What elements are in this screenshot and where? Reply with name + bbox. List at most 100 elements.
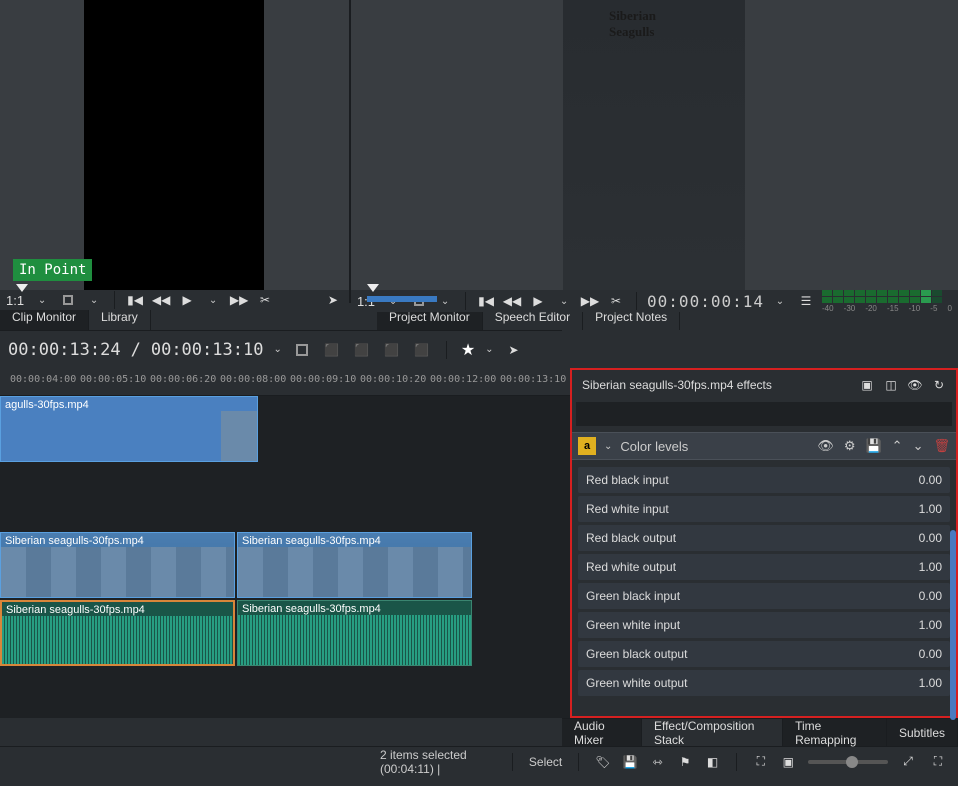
param-row[interactable]: Green black output0.00 (578, 641, 950, 667)
move-up-icon[interactable]: ⌃ (892, 438, 903, 454)
effects-search[interactable] (576, 402, 952, 426)
clip-monitor-panel: In Point 1:1 ⌄ ⌄ ▮◀ ◀◀ ▶ ⌄ ▶▶ ✂ ➤ (0, 0, 351, 302)
playhead-icon[interactable] (367, 284, 379, 292)
visibility-icon[interactable]: 👁 (908, 378, 922, 392)
tool3-icon[interactable]: ⬛ (382, 340, 402, 360)
effects-header: Siberian seagulls-30fps.mp4 effects ▣ ◫ … (572, 370, 956, 400)
set-in-dropdown-icon[interactable]: ⌄ (435, 291, 455, 311)
crop-icon[interactable]: ✂ (606, 291, 626, 311)
effects-panel: Siberian seagulls-30fps.mp4 effects ▣ ◫ … (570, 368, 958, 718)
timeline-sep: / (131, 340, 141, 360)
hamburger-icon[interactable]: ☰ (796, 291, 816, 311)
save-preset-icon[interactable]: ▣ (860, 378, 874, 392)
clip-audio-1[interactable]: Siberian seagulls-30fps.mp4 (0, 600, 235, 666)
tab-effect-stack[interactable]: Effect/Composition Stack (642, 719, 783, 746)
project-timecode[interactable]: 00:00:00:14 (647, 292, 764, 311)
zoom-dropdown-icon[interactable]: ⌄ (32, 290, 52, 310)
set-in-icon[interactable] (58, 290, 78, 310)
timeline-tracks[interactable]: agulls-30fps.mp4 Siberian seagulls-30fps… (0, 396, 570, 718)
video-title-overlay: Siberian Seagulls (609, 8, 700, 40)
tool1-icon[interactable]: ⬛ (322, 340, 342, 360)
set-in-dropdown-icon[interactable]: ⌄ (84, 290, 104, 310)
scrubber-range[interactable] (367, 296, 437, 302)
audio-meter: -40 -30 -20 -15 -10 -5 0 (822, 290, 952, 312)
timeline-ruler[interactable]: 00:00:04:00 00:00:05:10 00:00:06:20 00:0… (0, 368, 570, 396)
keyframe-icon[interactable]: ⚙ (844, 438, 856, 454)
delete-icon[interactable]: 🗑 (933, 438, 950, 454)
clip-video-2b[interactable]: Siberian seagulls-30fps.mp4 (237, 532, 472, 598)
zoom-fit-icon[interactable]: ⤢ (898, 752, 918, 772)
tool-mode[interactable]: Select (529, 755, 562, 769)
rewind-icon[interactable]: ◀◀ (151, 290, 171, 310)
effects-scrollbar[interactable] (950, 530, 956, 720)
frame-icon[interactable]: ▣ (781, 752, 796, 772)
timeline-position[interactable]: 00:00:13:24 (8, 340, 121, 360)
effects-title: Siberian seagulls-30fps.mp4 effects (582, 378, 772, 392)
clip-audio-2[interactable]: Siberian seagulls-30fps.mp4 (237, 600, 472, 666)
overflow-right-icon[interactable]: ➤ (323, 290, 343, 310)
playhead-icon[interactable] (16, 284, 28, 292)
param-row[interactable]: Green white input1.00 (578, 612, 950, 638)
bookmark-icon[interactable]: ◧ (705, 752, 720, 772)
overflow-icon[interactable]: ➤ (504, 340, 524, 360)
save-icon[interactable]: 💾 (865, 438, 881, 454)
tag-icon[interactable]: 🏷 (595, 752, 610, 772)
timeline-toolbar: 00:00:13:24 / 00:00:13:10 ⌄ ⬛ ⬛ ⬛ ⬛ ★ ⌄ … (0, 330, 562, 368)
param-row[interactable]: Green black input0.00 (578, 583, 950, 609)
rewind-icon[interactable]: ◀◀ (502, 291, 522, 311)
grid-icon[interactable] (292, 340, 312, 360)
project-monitor-transport: 1:1 ⌄ ⌄ ▮◀ ◀◀ ▶ ⌄ ▶▶ ✂ 00:00:00:14 ⌄ ☰ -… (351, 290, 958, 312)
fullscreen-icon[interactable]: ⛶ (928, 752, 948, 772)
effect-group-name: Color levels (620, 439, 688, 454)
tool4-icon[interactable]: ⬛ (412, 340, 432, 360)
timeline-duration[interactable]: 00:00:13:10 (151, 340, 264, 360)
move-down-icon[interactable]: ⌄ (913, 438, 924, 454)
timecode-dropdown-icon[interactable]: ⌄ (273, 344, 281, 355)
fit-icon[interactable]: ⛶ (753, 752, 768, 772)
forward-icon[interactable]: ▶▶ (229, 290, 249, 310)
tab-audio-mixer[interactable]: Audio Mixer (562, 719, 642, 746)
tool2-icon[interactable]: ⬛ (352, 340, 372, 360)
play-dropdown-icon[interactable]: ⌄ (203, 290, 223, 310)
rewind-start-icon[interactable]: ▮◀ (476, 291, 496, 311)
favorite-dropdown-icon[interactable]: ⌄ (485, 344, 493, 355)
crop-icon[interactable]: ✂ (255, 290, 275, 310)
expand-h-icon[interactable]: ⇿ (650, 752, 665, 772)
tab-subtitles[interactable]: Subtitles (887, 719, 958, 746)
split-view-icon[interactable]: ◫ (884, 378, 898, 392)
param-row[interactable]: Green white output1.00 (578, 670, 950, 696)
clip-video-1[interactable]: agulls-30fps.mp4 (0, 396, 258, 462)
clip-monitor-transport: 1:1 ⌄ ⌄ ▮◀ ◀◀ ▶ ⌄ ▶▶ ✂ ➤ (0, 290, 349, 310)
play-dropdown-icon[interactable]: ⌄ (554, 291, 574, 311)
favorite-icon[interactable]: ★ (461, 340, 475, 360)
clip-video-2a[interactable]: Siberian seagulls-30fps.mp4 (0, 532, 235, 598)
forward-icon[interactable]: ▶▶ (580, 291, 600, 311)
play-icon[interactable]: ▶ (177, 290, 197, 310)
param-row[interactable]: Red black input0.00 (578, 467, 950, 493)
timeline[interactable]: 00:00:04:00 00:00:05:10 00:00:06:20 00:0… (0, 368, 570, 718)
param-row[interactable]: Red black output0.00 (578, 525, 950, 551)
effect-group-header[interactable]: a ⌄ Color levels 👁 ⚙ 💾 ⌃ ⌄ 🗑 (572, 432, 956, 460)
timecode-dropdown-icon[interactable]: ⌄ (770, 291, 790, 311)
param-row[interactable]: Red white output1.00 (578, 554, 950, 580)
zoom-label[interactable]: 1:1 (6, 293, 24, 308)
flag-icon[interactable]: ⚑ (677, 752, 692, 772)
clip-monitor-viewport[interactable]: In Point (0, 0, 349, 290)
in-point-badge: In Point (13, 259, 92, 281)
status-bar: 2 items selected (00:04:11) | Select 🏷 💾… (0, 746, 958, 776)
play-icon[interactable]: ▶ (528, 291, 548, 311)
bottom-tabs: Audio Mixer Effect/Composition Stack Tim… (562, 718, 958, 746)
effect-params-list: Red black input0.00 Red white input1.00 … (572, 460, 956, 716)
collapse-icon[interactable]: ⌄ (604, 441, 612, 452)
param-row[interactable]: Red white input1.00 (578, 496, 950, 522)
reset-icon[interactable]: ↻ (932, 378, 946, 392)
project-monitor-viewport[interactable]: Siberian Seagulls (351, 0, 958, 290)
rewind-start-icon[interactable]: ▮◀ (125, 290, 145, 310)
tab-time-remapping[interactable]: Time Remapping (783, 719, 887, 746)
save-icon[interactable]: 💾 (622, 752, 637, 772)
project-monitor-panel: Siberian Seagulls 1:1 ⌄ ⌄ ▮◀ ◀◀ ▶ ⌄ ▶▶ ✂… (351, 0, 958, 302)
effect-badge: a (578, 437, 596, 455)
zoom-slider[interactable] (808, 760, 888, 764)
visibility-icon[interactable]: 👁 (817, 438, 834, 454)
selection-status: 2 items selected (00:04:11) | (380, 748, 496, 776)
